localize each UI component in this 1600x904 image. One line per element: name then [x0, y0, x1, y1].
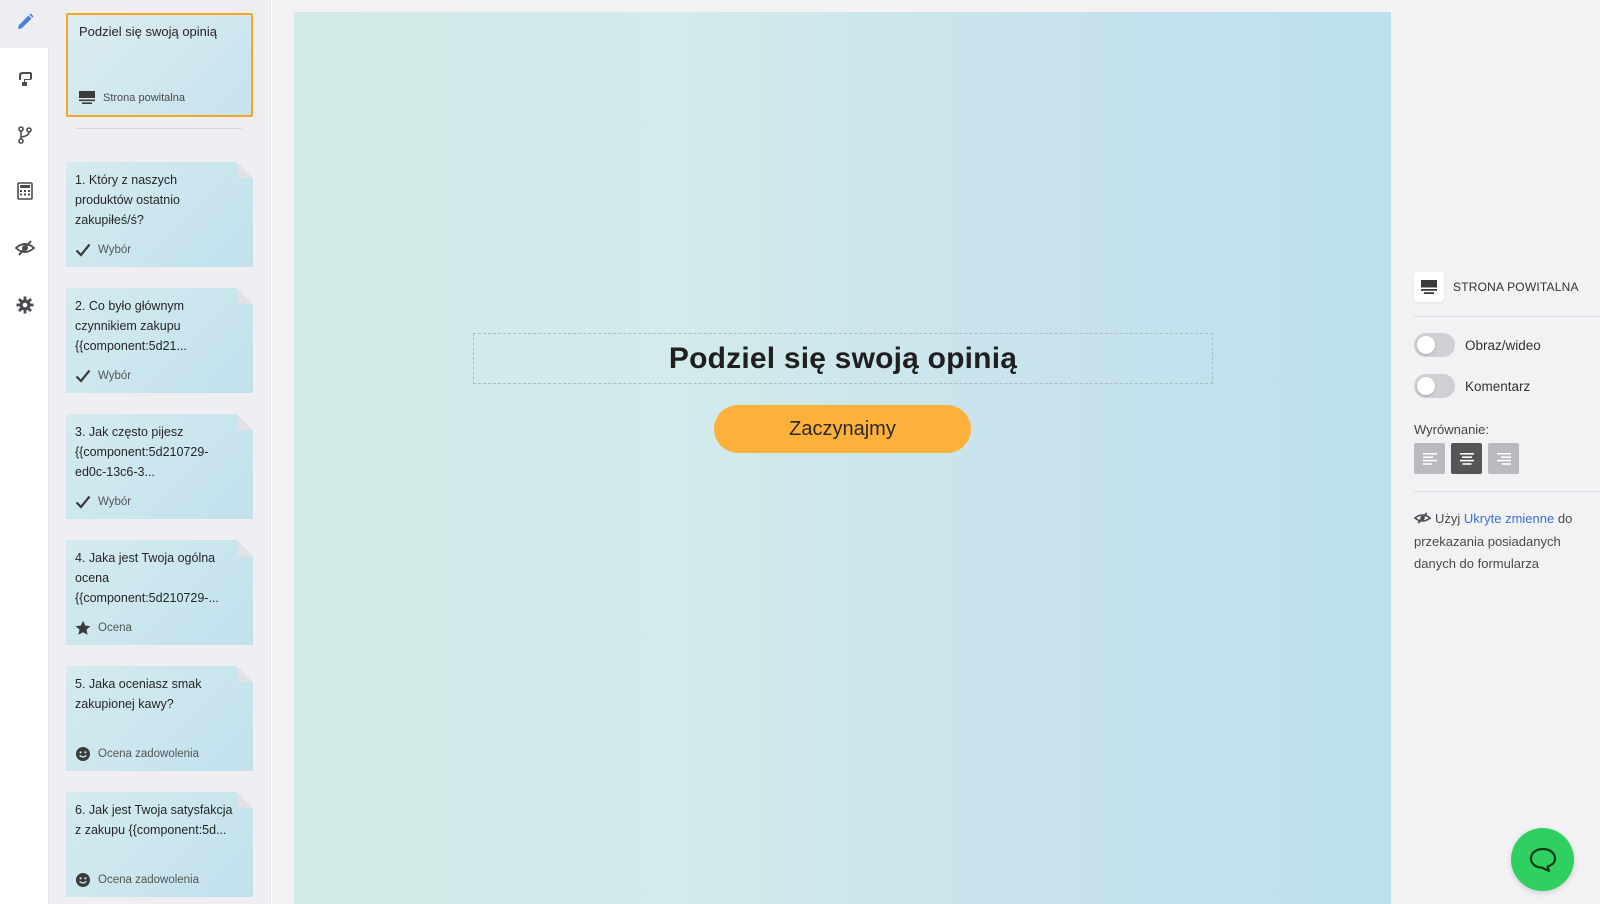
- canvas-backdrop-right: [1391, 0, 1407, 904]
- welcome-divider: [76, 128, 242, 129]
- question-type-label: Ocena zadowolenia: [98, 874, 200, 886]
- comment-toggle-row[interactable]: Komentarz: [1414, 374, 1530, 398]
- hint-prefix: Użyj: [1435, 511, 1461, 526]
- pencil-icon[interactable]: [8, 5, 42, 39]
- welcome-card-title: Podziel się swoją opinią: [79, 24, 218, 39]
- welcome-title-editable-box[interactable]: Podziel się swoją opinią: [473, 333, 1213, 384]
- hidden-variables-hint: Użyj Ukryte zmienne do przekazania posia…: [1414, 508, 1597, 576]
- logic-branch-icon[interactable]: [8, 118, 42, 152]
- chat-bubble-icon: [1529, 847, 1556, 872]
- question-card[interactable]: 1. Który z naszych produktów ostatnio za…: [66, 162, 253, 267]
- settings-gear-icon[interactable]: [8, 288, 42, 322]
- card-fold-corner: [237, 540, 253, 556]
- question-text: 2. Co było głównym czynnikiem zakupu {{c…: [75, 299, 187, 353]
- hidden-variables-icon[interactable]: [8, 231, 42, 265]
- question-type-label: Ocena zadowolenia: [98, 748, 200, 760]
- welcome-screen-card[interactable]: Podziel się swoją opinią Strona powitaln…: [66, 13, 253, 117]
- card-fold-corner: [237, 666, 253, 682]
- welcome-card-type: Strona powitalna: [79, 91, 185, 104]
- question-type: Ocena zadowolenia: [75, 872, 199, 888]
- align-left-button[interactable]: [1414, 443, 1445, 474]
- questions-list-panel: Podziel się swoją opinią Strona powitaln…: [49, 0, 271, 904]
- comment-toggle-label: Komentarz: [1465, 378, 1531, 394]
- settings-panel: STRONA POWITALNA Obraz/wideo Komentarz W…: [1407, 0, 1600, 904]
- align-left-icon: [1422, 452, 1437, 465]
- question-text: 1. Który z naszych produktów ostatnio za…: [75, 173, 180, 227]
- question-card[interactable]: 4. Jaka jest Twoja ogólna ocena {{compon…: [66, 540, 253, 645]
- star-icon: [75, 620, 91, 636]
- screen-icon: [1414, 272, 1444, 302]
- hidden-variables-icon: [1414, 512, 1431, 524]
- question-type-label: Wybór: [98, 244, 132, 256]
- image-video-toggle[interactable]: [1414, 333, 1455, 357]
- calculator-icon[interactable]: [8, 174, 42, 208]
- settings-divider: [1414, 491, 1600, 492]
- smiley-icon: [75, 872, 91, 888]
- smiley-icon: [75, 746, 91, 762]
- check-icon: [75, 368, 91, 384]
- question-text: 5. Jaka oceniasz smak zakupionej kawy?: [75, 677, 202, 711]
- question-text: 3. Jak często pijesz {{component:5d21072…: [75, 425, 209, 479]
- check-icon: [75, 242, 91, 258]
- card-fold-corner: [237, 162, 253, 178]
- support-chat-button[interactable]: [1511, 828, 1574, 891]
- settings-header: STRONA POWITALNA: [1414, 272, 1579, 302]
- question-card[interactable]: 3. Jak często pijesz {{component:5d21072…: [66, 414, 253, 519]
- welcome-title: Podziel się swoją opinią: [668, 341, 1018, 375]
- align-right-button[interactable]: [1488, 443, 1519, 474]
- alignment-label: Wyrównanie:: [1414, 422, 1490, 437]
- card-fold-corner: [237, 414, 253, 430]
- question-type: Wybór: [75, 494, 131, 510]
- welcome-card-type-label: Strona powitalna: [103, 91, 185, 104]
- canvas-backdrop-left: [272, 0, 294, 904]
- question-type: Wybór: [75, 368, 131, 384]
- question-type: Wybór: [75, 242, 131, 258]
- start-button[interactable]: Zaczynajmy: [714, 405, 971, 453]
- align-center-button[interactable]: [1451, 443, 1482, 474]
- alignment-button-group: [1414, 443, 1519, 474]
- image-video-toggle-row[interactable]: Obraz/wideo: [1414, 333, 1541, 357]
- align-right-icon: [1496, 452, 1511, 465]
- align-center-icon: [1459, 452, 1474, 465]
- question-card[interactable]: 6. Jak jest Twoja satysfakcja z zakupu {…: [66, 792, 253, 897]
- question-type-label: Wybór: [98, 370, 132, 382]
- left-icon-rail: [0, 0, 49, 904]
- question-card[interactable]: 5. Jaka oceniasz smak zakupionej kawy? O…: [66, 666, 253, 771]
- settings-divider: [1414, 316, 1600, 317]
- form-preview-canvas: Podziel się swoją opinią Zaczynajmy: [294, 12, 1391, 904]
- question-text: 6. Jak jest Twoja satysfakcja z zakupu {…: [75, 803, 233, 837]
- card-fold-corner: [237, 792, 253, 808]
- question-card[interactable]: 2. Co było głównym czynnikiem zakupu {{c…: [66, 288, 253, 393]
- canvas-backdrop-top: [272, 0, 1407, 12]
- image-video-toggle-label: Obraz/wideo: [1465, 337, 1541, 353]
- comment-toggle[interactable]: [1414, 374, 1455, 398]
- question-type-label: Ocena: [98, 622, 132, 634]
- question-text: 4. Jaka jest Twoja ogólna ocena {{compon…: [75, 551, 219, 605]
- hidden-variables-link[interactable]: Ukryte zmienne: [1464, 511, 1554, 526]
- check-icon: [75, 494, 91, 510]
- question-type-label: Wybór: [98, 496, 132, 508]
- question-type: Ocena zadowolenia: [75, 746, 199, 762]
- theme-icon[interactable]: [8, 62, 42, 96]
- screen-icon: [79, 91, 95, 104]
- card-fold-corner: [237, 288, 253, 304]
- question-type: Ocena: [75, 620, 132, 636]
- settings-header-label: STRONA POWITALNA: [1453, 280, 1579, 294]
